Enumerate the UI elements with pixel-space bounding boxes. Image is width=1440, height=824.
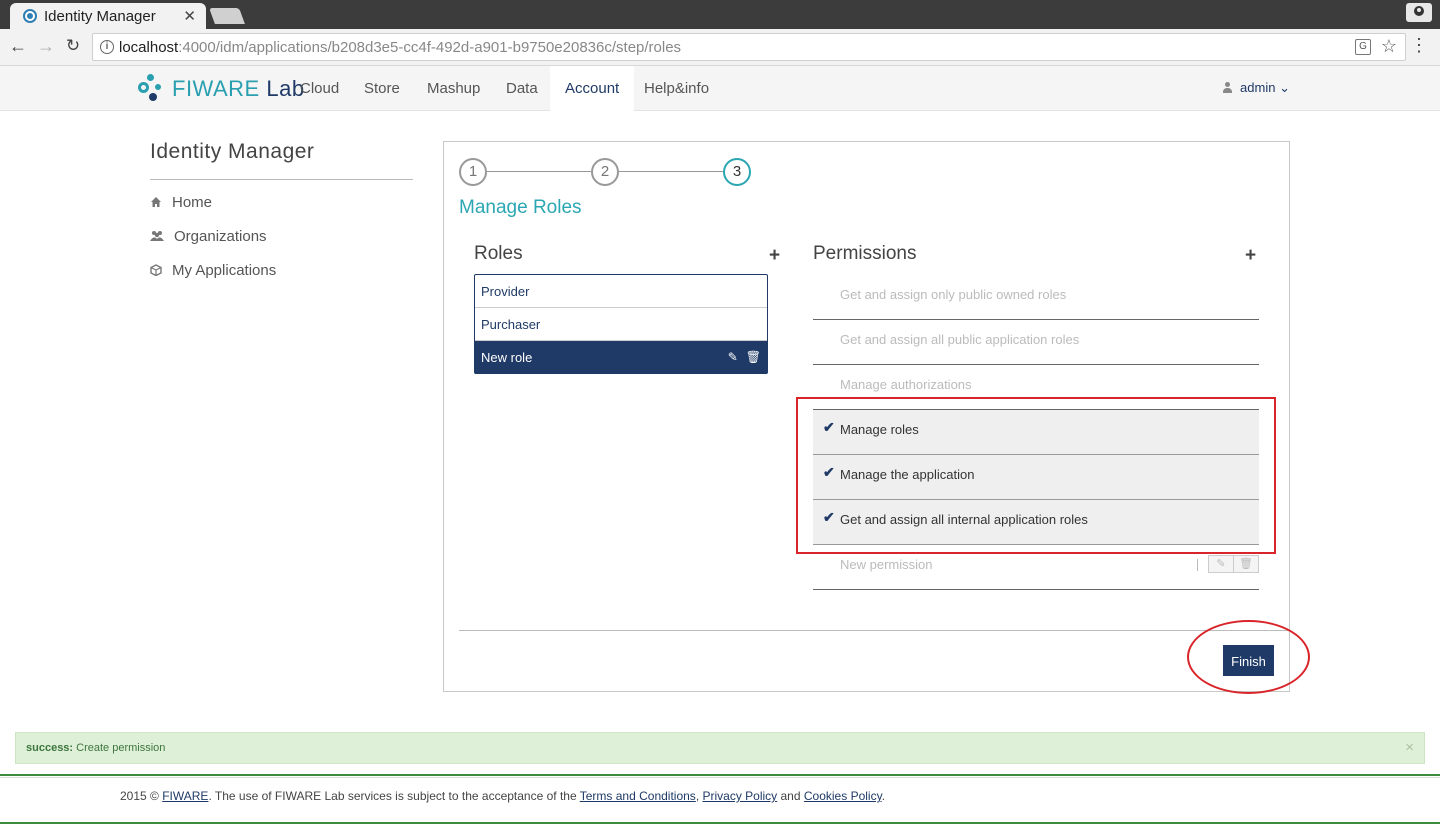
alert-level: success: bbox=[26, 742, 74, 754]
browser-toolbar: ← → ↻ i localhost:4000/idm/applications/… bbox=[0, 29, 1440, 66]
edit-role-icon[interactable]: ✎ bbox=[728, 350, 738, 364]
nav-cloud[interactable]: Cloud bbox=[285, 66, 354, 111]
delete-role-icon[interactable]: 🗑 bbox=[746, 350, 761, 364]
permissions-title: Permissions bbox=[813, 243, 917, 264]
close-icon[interactable]: × bbox=[1405, 739, 1414, 756]
fiware-lab-logo[interactable]: FIWARE Lab bbox=[138, 73, 304, 103]
browser-tab-bar: Identity Manager ✕ bbox=[0, 0, 1440, 29]
wizard-step-3: 3 bbox=[723, 158, 751, 186]
logo-dots-icon bbox=[138, 73, 168, 103]
cookies-link[interactable]: Cookies Policy bbox=[804, 789, 882, 803]
sidebar-divider bbox=[150, 179, 413, 180]
fiware-link[interactable]: FIWARE bbox=[162, 789, 208, 803]
nav-mashup[interactable]: Mashup bbox=[412, 66, 495, 111]
success-alert: success: Create permission × bbox=[15, 732, 1425, 764]
step-connector bbox=[487, 171, 591, 172]
footer-divider-light bbox=[0, 777, 1440, 778]
role-item-purchaser[interactable]: Purchaser bbox=[475, 308, 767, 341]
role-item-new-role[interactable]: New role ✎ 🗑 bbox=[475, 341, 767, 374]
permission-label: Get and assign all public application ro… bbox=[840, 332, 1080, 347]
separator bbox=[1197, 559, 1198, 571]
logo-main-text: FIWARE bbox=[172, 76, 260, 101]
roles-title: Roles bbox=[474, 243, 523, 264]
translate-icon[interactable]: G bbox=[1355, 39, 1371, 55]
sidebar-item-organizations[interactable]: Organizations bbox=[150, 228, 267, 245]
permission-label: Manage authorizations bbox=[840, 377, 972, 392]
user-name: admin bbox=[1240, 80, 1276, 95]
home-icon bbox=[150, 195, 162, 207]
sidebar-item-my-applications[interactable]: My Applications bbox=[150, 262, 276, 279]
nav-help-info[interactable]: Help&info bbox=[629, 66, 724, 111]
favicon-icon bbox=[23, 9, 37, 23]
app-navbar: FIWARE Lab Cloud Store Mashup Data Accou… bbox=[0, 66, 1440, 111]
card-divider bbox=[459, 630, 1288, 631]
group-icon bbox=[150, 229, 164, 241]
role-label: New role bbox=[481, 350, 533, 365]
sidebar-item-home[interactable]: Home bbox=[150, 194, 212, 211]
section-title: Manage Roles bbox=[459, 197, 582, 218]
sidebar-item-label: Organizations bbox=[174, 228, 267, 245]
sidebar-item-label: My Applications bbox=[172, 262, 277, 279]
user-icon bbox=[1223, 82, 1233, 93]
new-tab-button[interactable] bbox=[209, 8, 245, 24]
sidebar-title: Identity Manager bbox=[150, 140, 315, 163]
annotation-highlight-ellipse bbox=[1187, 620, 1310, 694]
edit-permission-icon[interactable]: ✎ bbox=[1208, 555, 1234, 573]
tab-title: Identity Manager bbox=[44, 8, 156, 25]
wizard-step-2: 2 bbox=[591, 158, 619, 186]
privacy-link[interactable]: Privacy Policy bbox=[702, 789, 777, 803]
cube-icon bbox=[150, 263, 162, 277]
nav-account[interactable]: Account bbox=[550, 66, 635, 111]
terms-link[interactable]: Terms and Conditions bbox=[580, 789, 696, 803]
footer-text: 2015 © FIWARE. The use of FIWARE Lab ser… bbox=[120, 789, 886, 803]
browser-menu-icon[interactable]: ⋮ bbox=[1410, 34, 1428, 56]
chevron-down-icon: ⌄ bbox=[1279, 80, 1290, 95]
permission-item[interactable]: Get and assign all public application ro… bbox=[813, 320, 1259, 365]
nav-data[interactable]: Data bbox=[491, 66, 553, 111]
permission-item[interactable]: Get and assign only public owned roles bbox=[813, 275, 1259, 320]
browser-tab[interactable]: Identity Manager ✕ bbox=[10, 3, 206, 29]
bookmark-star-icon[interactable]: ☆ bbox=[1381, 36, 1397, 57]
info-icon[interactable]: i bbox=[100, 40, 114, 54]
nav-store[interactable]: Store bbox=[349, 66, 415, 111]
add-permission-button[interactable]: + bbox=[1245, 245, 1256, 267]
tab-close-icon[interactable]: ✕ bbox=[183, 7, 196, 25]
footer-divider bbox=[0, 774, 1440, 776]
back-arrow-icon[interactable]: ← bbox=[7, 35, 29, 57]
user-menu[interactable]: admin ⌄ bbox=[1223, 80, 1290, 96]
role-item-provider[interactable]: Provider bbox=[475, 275, 767, 308]
reload-icon[interactable]: ↻ bbox=[62, 35, 84, 57]
profile-icon[interactable] bbox=[1406, 3, 1432, 22]
step-connector bbox=[619, 171, 723, 172]
sidebar-item-label: Home bbox=[172, 194, 213, 211]
wizard-step-1: 1 bbox=[459, 158, 487, 186]
add-role-button[interactable]: + bbox=[769, 245, 780, 267]
address-bar[interactable]: i localhost:4000/idm/applications/b208d3… bbox=[92, 33, 1406, 61]
permission-label: New permission bbox=[840, 557, 933, 572]
forward-arrow-icon[interactable]: → bbox=[35, 35, 57, 57]
roles-list: Provider Purchaser New role ✎ 🗑 bbox=[474, 274, 768, 374]
permission-label: Get and assign only public owned roles bbox=[840, 287, 1067, 302]
url-text[interactable]: localhost:4000/idm/applications/b208d3e5… bbox=[119, 39, 681, 56]
alert-message: Create permission bbox=[76, 742, 166, 754]
annotation-highlight-box bbox=[796, 397, 1276, 554]
delete-permission-icon[interactable]: 🗑 bbox=[1233, 555, 1259, 573]
